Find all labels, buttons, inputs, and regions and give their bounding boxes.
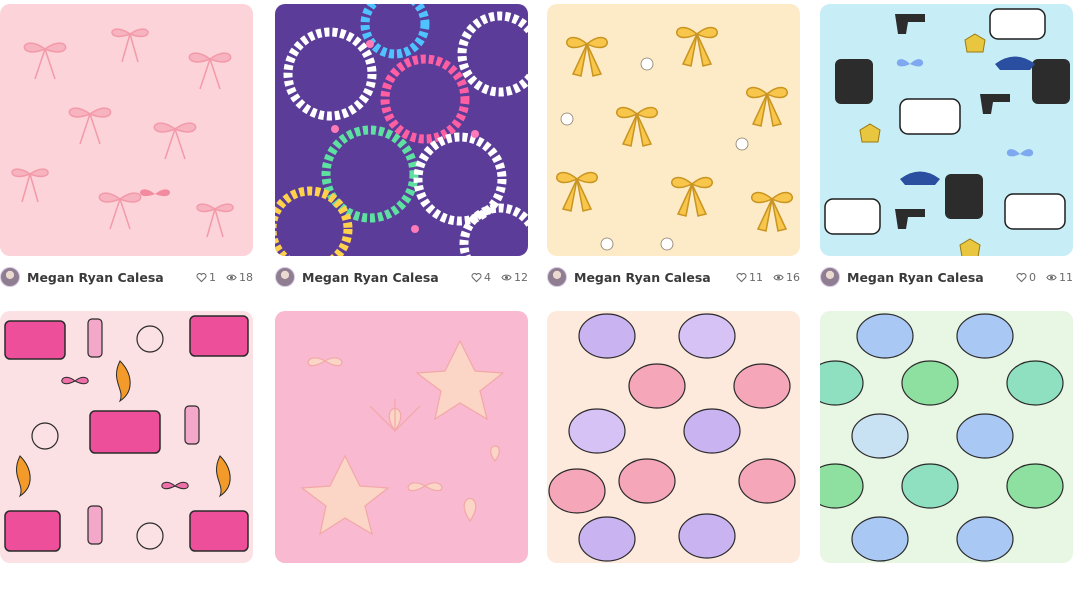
pattern-thumbnail-police[interactable] (820, 4, 1073, 256)
seashells-pattern (275, 311, 528, 563)
card-meta (0, 570, 253, 598)
heart-icon (1016, 272, 1027, 282)
card-meta (820, 570, 1073, 598)
card-stats: 11 16 (736, 271, 800, 284)
views-count: 18 (239, 270, 253, 284)
avatar[interactable] (0, 267, 20, 287)
card-meta: Megan Ryan Calesa 1 18 (0, 263, 253, 291)
pink-bows-pattern (0, 4, 253, 256)
pattern-thumbnail-pastel-pumpkins[interactable] (547, 311, 800, 563)
views-count: 11 (1059, 270, 1073, 284)
card-meta: Megan Ryan Calesa 4 12 (275, 263, 528, 291)
bead-bracelets-pattern (275, 4, 528, 256)
author-name[interactable]: Megan Ryan Calesa (847, 270, 984, 285)
card-stats: 4 12 (471, 271, 528, 284)
avatar[interactable] (547, 267, 567, 287)
eye-icon (1046, 274, 1057, 280)
author-name[interactable]: Megan Ryan Calesa (302, 270, 439, 285)
pattern-thumbnail-cool-pumpkins[interactable] (820, 311, 1073, 563)
likes-count: 4 (484, 270, 491, 284)
author-name[interactable]: Megan Ryan Calesa (574, 270, 711, 285)
card-meta: Megan Ryan Calesa 0 11 (820, 263, 1073, 291)
card-stats: 1 18 (196, 271, 253, 284)
card-stats: 0 11 (1016, 271, 1073, 284)
likes-count: 11 (749, 270, 763, 284)
card-meta (547, 570, 800, 598)
cool-pumpkins-pattern (820, 311, 1073, 563)
pattern-thumbnail-bead-bracelets[interactable] (275, 4, 528, 256)
yellow-bows-pattern (547, 4, 800, 256)
avatar[interactable] (820, 267, 840, 287)
heart-icon (471, 272, 482, 282)
eye-icon (773, 274, 784, 280)
card-meta (275, 570, 528, 598)
author-name[interactable]: Megan Ryan Calesa (27, 270, 164, 285)
avatar[interactable] (275, 267, 295, 287)
heart-icon (736, 272, 747, 282)
likes-count: 0 (1029, 270, 1036, 284)
pattern-thumbnail-seashells[interactable] (275, 311, 528, 563)
pattern-thumbnail-yellow-bows[interactable] (547, 4, 800, 256)
views-count: 12 (514, 270, 528, 284)
card-meta: Megan Ryan Calesa 11 16 (547, 263, 800, 291)
heart-icon (196, 272, 207, 282)
firefighter-pattern (0, 311, 253, 563)
views-count: 16 (786, 270, 800, 284)
police-pattern (820, 4, 1073, 256)
likes-count: 1 (209, 270, 216, 284)
eye-icon (501, 274, 512, 280)
eye-icon (226, 274, 237, 280)
pattern-thumbnail-pink-bows[interactable] (0, 4, 253, 256)
pastel-pumpkins-pattern (547, 311, 800, 563)
pattern-thumbnail-firefighter[interactable] (0, 311, 253, 563)
